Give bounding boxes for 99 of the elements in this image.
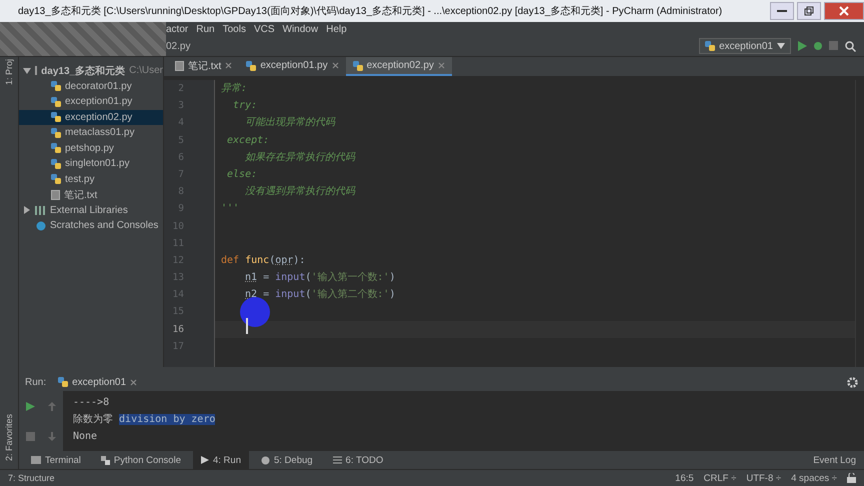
stop-icon[interactable]: [26, 432, 34, 440]
editor-tab[interactable]: exception02.py: [346, 57, 452, 76]
lock-icon: [847, 473, 856, 483]
tool-tab[interactable]: Python Console: [92, 451, 189, 469]
close-icon[interactable]: [130, 378, 138, 386]
text-file-icon: [51, 190, 60, 200]
play-icon: [200, 456, 209, 464]
run-icon[interactable]: [797, 41, 807, 51]
code-line: 没有遇到异常执行的代码: [244, 186, 356, 198]
status-item[interactable]: 16:5: [675, 472, 694, 484]
python-file-icon: [51, 112, 61, 122]
close-button[interactable]: [824, 2, 864, 20]
text-file-icon: [175, 60, 184, 70]
bars-icon: [35, 206, 46, 215]
console-line: ---->8: [73, 396, 110, 410]
list-icon: [332, 456, 342, 464]
breadcrumb[interactable]: 02.py: [166, 40, 694, 52]
python-file-icon: [51, 174, 61, 184]
line-number: 16: [172, 322, 185, 337]
code-line: else:: [226, 168, 258, 180]
code-line: def func(opr):: [221, 254, 306, 266]
editor-tab[interactable]: 笔记.txt: [168, 57, 240, 76]
project-path: C:\User: [129, 65, 163, 76]
editor-tab[interactable]: exception01.py: [239, 57, 346, 76]
up-arrow-icon[interactable]: [48, 402, 56, 410]
python-file-icon: [705, 41, 716, 51]
tool-window-tab[interactable]: 7: Structure: [8, 473, 55, 483]
code-line: n1 = input('输入第一个数:'): [245, 272, 396, 284]
expand-arrow-icon[interactable]: [23, 206, 31, 214]
python-file-icon: [352, 60, 363, 70]
expand-arrow-icon[interactable]: [23, 66, 31, 75]
bug-icon: [260, 456, 270, 464]
caret-icon[interactable]: [777, 42, 785, 50]
console-line: 除数为零 division by zero: [73, 412, 216, 427]
terminal-icon: [31, 456, 41, 464]
code-line: 异常:: [221, 83, 248, 94]
close-icon[interactable]: [225, 62, 232, 69]
status-item[interactable]: UTF-8 ÷: [746, 472, 782, 484]
restore-icon: [804, 6, 814, 16]
tool-window-tab[interactable]: 1: Proj: [4, 59, 14, 86]
python-file-icon: [51, 96, 61, 107]
menu-item[interactable]: Run: [196, 24, 215, 34]
python-file-icon: [51, 158, 61, 169]
tool-tab[interactable]: Terminal: [23, 451, 89, 469]
code-line: n2 = input('输入第二个数:'): [245, 289, 396, 300]
python-file-icon: [51, 128, 61, 138]
close-icon[interactable]: [438, 62, 445, 69]
tree-item[interactable]: petshop.py: [19, 140, 163, 156]
tool-tab[interactable]: 5: Debug: [252, 451, 321, 469]
bug-icon[interactable]: [813, 41, 823, 51]
python-file-icon: [51, 81, 61, 92]
tool-window-tab[interactable]: 2: Favorites: [4, 414, 14, 461]
run-icon[interactable]: [26, 402, 34, 410]
event-log-button[interactable]: Event Log: [805, 451, 864, 469]
window-title: day13_多态和元类 [C:\Users\running\Desktop\GPDay13(面向对象)\代码\day13_多态和元类] - ...\exception02.py [day13_多态和元类] - PyCharm (Administrator): [18, 4, 724, 18]
run-label: Run:: [25, 376, 46, 388]
tree-item[interactable]: metaclass01.py: [19, 125, 163, 140]
code-line: try:: [232, 100, 258, 112]
python-file-icon: [51, 143, 61, 154]
tool-tab[interactable]: 4: Run: [192, 451, 249, 469]
code-line: ''': [221, 203, 240, 214]
menu-item[interactable]: Window: [282, 24, 318, 34]
down-arrow-icon[interactable]: [48, 432, 56, 440]
status-item[interactable]: 4 spaces ÷: [791, 472, 837, 484]
run-config-dropdown[interactable]: exception01: [699, 38, 791, 54]
search-icon[interactable]: [845, 40, 856, 52]
scratch-icon: [35, 220, 46, 232]
code-line: 可能出现异常的代码: [244, 117, 336, 128]
run-tab[interactable]: exception01: [52, 376, 144, 388]
menu-item[interactable]: Tools: [222, 24, 246, 34]
minimize-icon: [777, 10, 787, 12]
restore-button[interactable]: [797, 2, 821, 20]
minimize-button[interactable]: [770, 2, 794, 20]
menu-item[interactable]: Help: [326, 24, 347, 34]
tree-item[interactable]: External Libraries: [19, 202, 163, 218]
tree-item[interactable]: exception01.py: [19, 94, 163, 110]
tree-item[interactable]: exception02.py: [19, 110, 163, 125]
code-line: 如果存在异常执行的代码: [244, 152, 356, 163]
cursor-highlight-dot: [240, 297, 270, 327]
tree-item[interactable]: decorator01.py: [19, 78, 163, 94]
python-file-icon: [246, 60, 256, 70]
text-caret: [246, 318, 248, 334]
status-item[interactable]: CRLF ÷: [704, 472, 736, 484]
settings-icon[interactable]: [847, 376, 858, 388]
tree-item[interactable]: 笔记.txt: [19, 187, 163, 202]
menu-item[interactable]: actor: [166, 24, 188, 34]
console-line: None: [73, 430, 98, 444]
stop-icon[interactable]: [829, 41, 839, 51]
python-icon: [100, 456, 110, 464]
close-icon: [839, 6, 849, 16]
menu-item[interactable]: VCS: [254, 24, 275, 34]
tree-item[interactable]: singleton01.py: [19, 156, 163, 172]
close-icon[interactable]: [332, 62, 339, 69]
code-line: except:: [226, 134, 270, 146]
tree-item[interactable]: Scratches and Consoles: [19, 218, 163, 234]
tool-tab[interactable]: 6: TODO: [324, 451, 392, 469]
tree-item[interactable]: test.py: [19, 172, 163, 187]
python-file-icon: [58, 377, 68, 387]
tree-item[interactable]: day13_多态和元类: [41, 64, 126, 78]
